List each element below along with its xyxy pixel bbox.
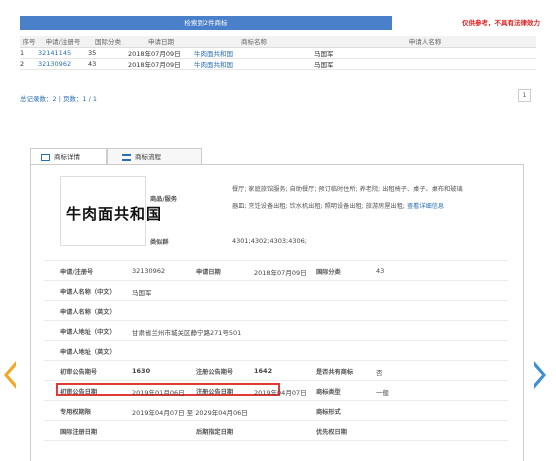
col-header-index: 序号 — [20, 36, 38, 48]
exclusive-period-value: 2019年04月07日 至 2029年04月06日 — [132, 409, 248, 417]
reg-pub-no-label: 注册公告期号 — [196, 369, 234, 376]
cell-class: 43 — [88, 58, 128, 70]
later-date-label: 后期指定日期 — [196, 429, 234, 436]
cell-reg-no-link[interactable]: 32141145 — [38, 47, 88, 59]
cell-mark-name-link[interactable]: 牛肉面共和国 — [194, 47, 314, 59]
reg-pub-no-value: 1642 — [254, 367, 273, 375]
cell-index: 1 — [20, 47, 38, 59]
goods-line-2: 器皿; 烹饪设备出租; 饮水机出租; 照明设备出租; 旅游房屋出租; 查看详细信… — [232, 202, 527, 211]
cell-date: 2018年07月09日 — [128, 47, 194, 59]
table-header-row: 序号 申请/注册号 国际分类 申请日期 商标名称 申请人名称 — [20, 36, 536, 48]
intl-reg-date-label: 国际注册日期 — [60, 429, 98, 436]
col-header-reg-no: 申请/注册号 — [38, 36, 88, 48]
address-en-label: 申请人地址（英文） — [60, 349, 116, 356]
col-header-date: 申请日期 — [128, 36, 194, 48]
divider — [44, 280, 508, 281]
applicant-cn-label: 申请人名称（中文） — [60, 289, 116, 296]
reg-pub-date-label: 注册公告日期 — [196, 389, 234, 396]
intl-class-label: 国际分类 — [316, 269, 341, 276]
trademark-image-text: 牛肉面共和国 — [66, 205, 163, 223]
pagination-summary: 总记录数：2 | 页数：1 / 1 — [20, 95, 98, 103]
col-header-mark-name: 商标名称 — [194, 36, 314, 48]
tab-label: 商标详情 — [54, 153, 80, 161]
search-result-banner: 检索到2件商标 — [20, 16, 392, 30]
disclaimer-text: 仅供参考，不具有法律效力 — [462, 19, 540, 27]
divider — [44, 400, 508, 401]
mark-form-label: 商标形式 — [316, 409, 341, 416]
cell-index: 2 — [20, 58, 38, 70]
cell-applicant: 马国军 — [314, 58, 536, 70]
cell-applicant: 马国军 — [314, 47, 536, 59]
cell-date: 2018年07月09日 — [128, 58, 194, 70]
divider — [44, 260, 508, 261]
address-cn-value: 甘肃省兰州市城关区静宁路271号501 — [132, 329, 242, 337]
app-date-label: 申请日期 — [196, 269, 221, 276]
list-icon — [122, 153, 131, 161]
next-arrow-inner — [534, 366, 542, 384]
col-header-applicant: 申请人名称 — [314, 36, 536, 48]
divider — [44, 340, 508, 341]
divider — [44, 380, 508, 381]
view-details-link[interactable]: 查看详细信息 — [407, 203, 444, 210]
prelim-date-label: 初审公告日期 — [60, 389, 98, 396]
detail-icon — [41, 153, 50, 161]
divider — [44, 360, 508, 361]
goods-line-1: 餐厅; 家庭旅馆服务; 自助餐厅; 预订临时住所; 养老院; 出租椅子、桌子、桌… — [232, 186, 463, 193]
prelim-no-label: 初审公告期号 — [60, 369, 98, 376]
applicant-cn-value: 马国军 — [132, 289, 152, 297]
divider — [44, 300, 508, 301]
applicant-en-label: 申请人名称（英文） — [60, 309, 116, 316]
shared-value: 否 — [376, 369, 383, 377]
table-row[interactable]: 1 32141145 35 2018年07月09日 牛肉面共和国 马国军 — [20, 47, 536, 59]
cell-reg-no-link[interactable]: 32130962 — [38, 58, 88, 70]
mark-type-value: 一般 — [376, 389, 389, 397]
divider — [44, 320, 508, 321]
prelim-no-value: 1630 — [132, 367, 151, 375]
reg-no-label: 申请/注册号 — [60, 269, 94, 276]
address-cn-label: 申请人地址（中文） — [60, 329, 116, 336]
table-row[interactable]: 2 32130962 43 2018年07月09日 牛肉面共和国 马国军 — [20, 58, 536, 70]
goods-label: 商品/服务 — [150, 196, 178, 203]
app-date-value: 2018年07月09日 — [254, 269, 307, 277]
prelim-date-value: 2019年01月06日 — [132, 389, 185, 397]
goods-line-2-text: 器皿; 烹饪设备出租; 饮水机出租; 照明设备出租; 旅游房屋出租; — [232, 203, 405, 210]
similar-group-label: 类似群 — [150, 239, 169, 246]
cell-class: 35 — [88, 47, 128, 59]
exclusive-period-label: 专用权期限 — [60, 409, 91, 416]
previous-arrow-inner — [8, 366, 16, 384]
priority-date-label: 优先权日期 — [316, 429, 347, 436]
reg-pub-date-value: 2019年04月07日 — [254, 389, 307, 397]
mark-type-label: 商标类型 — [316, 389, 341, 396]
cell-mark-name-link[interactable]: 牛肉面共和国 — [194, 58, 314, 70]
results-table: 序号 申请/注册号 国际分类 申请日期 商标名称 申请人名称 1 3214114… — [20, 36, 536, 70]
similar-group-value: 4301;4302;4303;4306; — [232, 237, 307, 245]
divider — [44, 440, 508, 441]
tab-label: 商标流程 — [135, 153, 161, 161]
page-button[interactable]: 1 — [518, 89, 531, 102]
tab-trademark-process[interactable]: 商标流程 — [107, 148, 202, 165]
reg-no-value: 32130962 — [132, 267, 166, 275]
divider — [44, 420, 508, 421]
shared-label: 是否共有商标 — [316, 369, 354, 376]
intl-class-value: 43 — [376, 267, 385, 275]
tab-trademark-detail[interactable]: 商标详情 — [30, 148, 107, 165]
col-header-class: 国际分类 — [88, 36, 128, 48]
